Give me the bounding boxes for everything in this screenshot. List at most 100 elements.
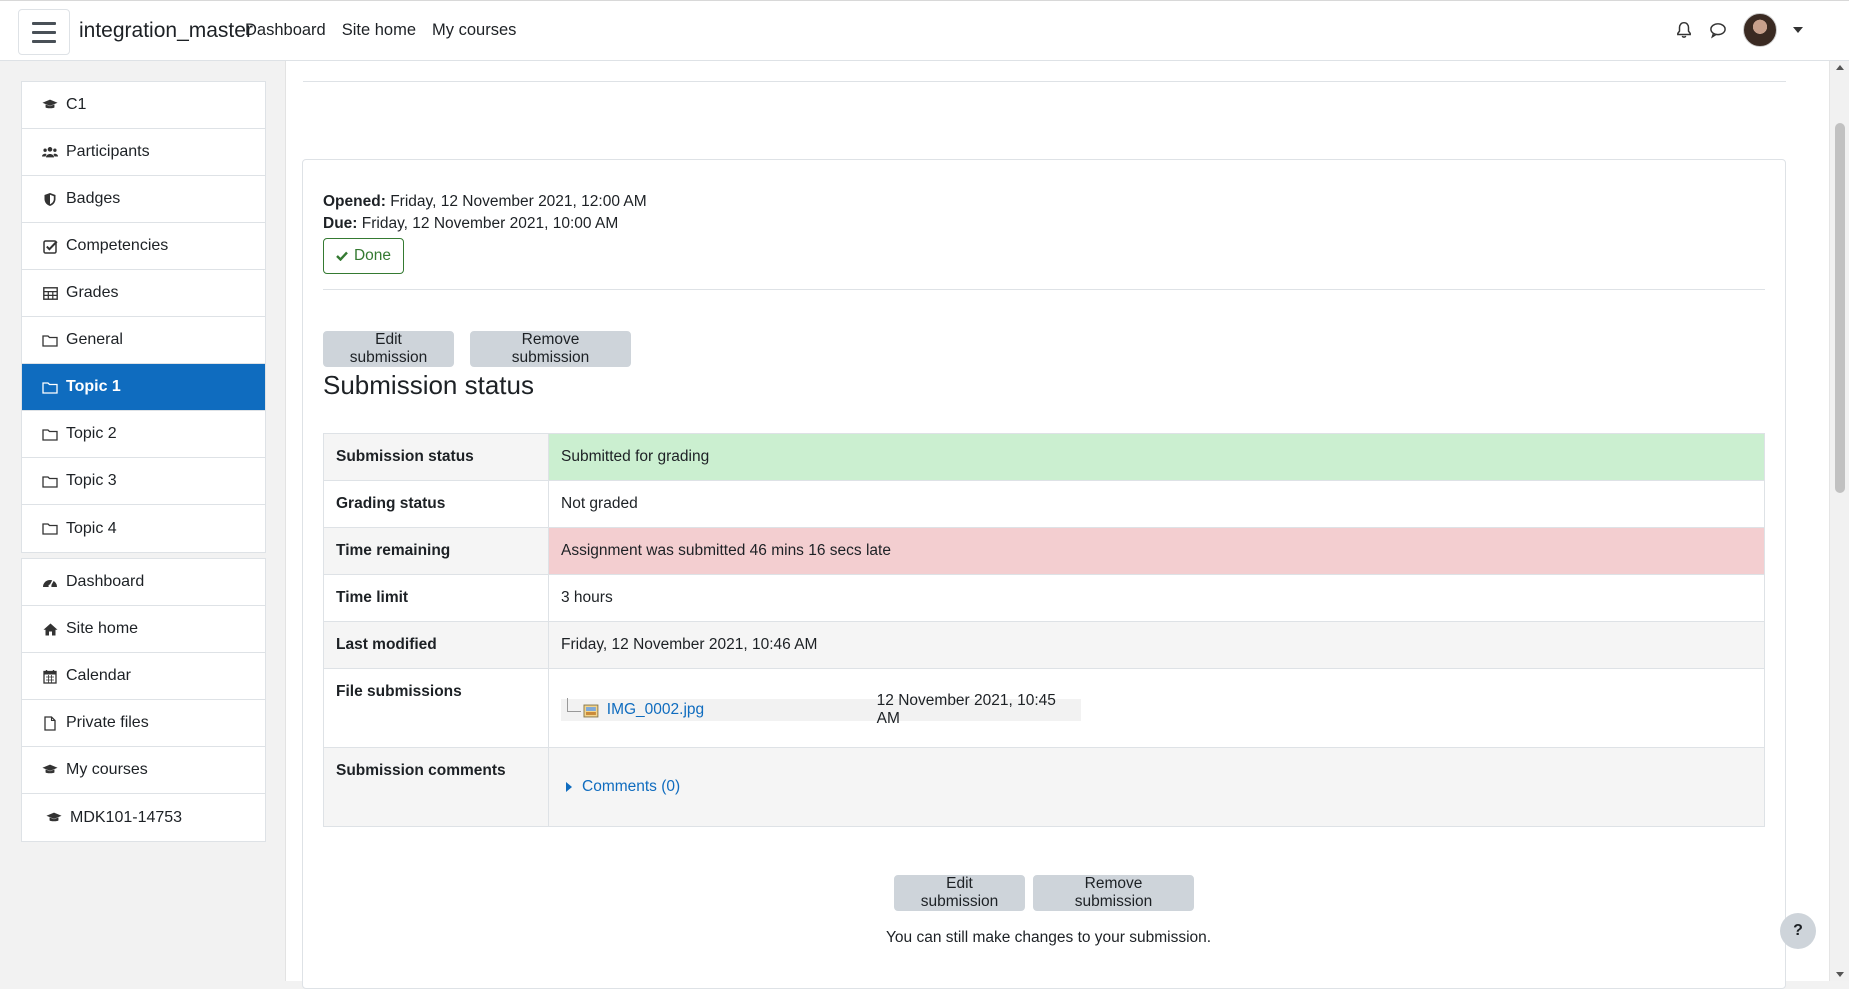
drawer-item-calendar[interactable]: Calendar: [22, 653, 265, 700]
drawer-item-label: Topic 4: [66, 519, 117, 537]
folder-icon: [42, 426, 58, 442]
drawer-item-site-home[interactable]: Site home: [22, 606, 265, 653]
bell-icon[interactable]: [1675, 21, 1693, 39]
drawer-item-label: Grades: [66, 284, 119, 301]
assignment-dates: Opened: Friday, 12 November 2021, 12:00 …: [323, 191, 647, 235]
folder-icon: [42, 521, 58, 537]
due-date: Due: Friday, 12 November 2021, 10:00 AM: [323, 215, 619, 232]
caret-right-icon: [566, 782, 572, 792]
check-icon: [336, 251, 348, 261]
row-label: Last modified: [323, 621, 549, 669]
row-label: File submissions: [323, 668, 549, 748]
time-limit-value: 3 hours: [548, 574, 1765, 622]
home-icon: [42, 621, 58, 637]
nav-link-my-courses[interactable]: My courses: [432, 21, 516, 40]
drawer-item-label: Calendar: [66, 667, 131, 684]
navbar-actions: [1675, 13, 1803, 47]
course-navigation: C1 Participants Badges Competencies Grad…: [21, 81, 266, 553]
submission-status-table: Submission status Submitted for grading …: [323, 433, 1765, 827]
chat-bubble-icon[interactable]: [1709, 21, 1727, 39]
table-row: Submission status Submitted for grading: [323, 433, 1765, 481]
drawer-item-topic-2[interactable]: Topic 2: [22, 411, 265, 458]
folder-icon: [42, 332, 58, 348]
page-scrollbar[interactable]: [1829, 61, 1849, 981]
drawer-item-private-files[interactable]: Private files: [22, 700, 265, 747]
check-square-icon: [42, 238, 58, 254]
calendar-icon: [42, 668, 58, 684]
drawer-item-label: General: [66, 331, 123, 348]
site-name[interactable]: integration_master: [79, 19, 253, 43]
last-modified-value: Friday, 12 November 2021, 10:46 AM: [548, 621, 1765, 669]
table-row: Time remaining Assignment was submitted …: [323, 527, 1765, 575]
comments-toggle[interactable]: Comments (0): [561, 778, 1752, 796]
drawer-item-label: My courses: [66, 761, 148, 778]
opened-date: Opened: Friday, 12 November 2021, 12:00 …: [323, 193, 647, 210]
drawer-item-topic-3[interactable]: Topic 3: [22, 458, 265, 505]
grading-status-value: Not graded: [548, 480, 1765, 528]
remove-submission-button[interactable]: Remove submission: [470, 331, 631, 367]
table-row: Last modified Friday, 12 November 2021, …: [323, 621, 1765, 669]
table-row: Grading status Not graded: [323, 480, 1765, 528]
drawer-item-c1[interactable]: C1: [22, 82, 265, 129]
drawer-item-course-mdk101[interactable]: MDK101-14753: [22, 794, 265, 841]
drawer-item-topic-4[interactable]: Topic 4: [22, 505, 265, 552]
chevron-down-icon[interactable]: [1793, 27, 1803, 33]
drawer-item-label: Competencies: [66, 237, 169, 254]
table-icon: [42, 285, 58, 301]
done-button[interactable]: Done: [323, 238, 404, 274]
table-row: Submission comments Comments (0): [323, 747, 1765, 827]
tachometer-icon: [42, 574, 58, 590]
drawer-item-label: Badges: [66, 190, 121, 207]
file-date: 12 November 2021, 10:45 AM: [876, 692, 1056, 727]
site-navigation: Dashboard Site home Calendar Private fil…: [21, 558, 266, 842]
edit-submission-button[interactable]: Edit submission: [323, 331, 454, 367]
file-icon: [42, 715, 58, 731]
drawer-item-competencies[interactable]: Competencies: [22, 223, 265, 270]
drawer-item-label: Site home: [66, 620, 139, 637]
user-avatar[interactable]: [1743, 13, 1777, 47]
drawer-item-participants[interactable]: Participants: [22, 129, 265, 176]
section-title: Submission status: [323, 370, 534, 400]
edit-submission-button-bottom[interactable]: Edit submission: [894, 875, 1025, 911]
drawer-item-label: MDK101-14753: [70, 808, 183, 826]
divider: [323, 289, 1765, 290]
drawer-item-label: Topic 3: [66, 472, 117, 489]
drawer-item-general[interactable]: General: [22, 317, 265, 364]
file-link[interactable]: IMG_0002.jpg: [607, 701, 877, 719]
scroll-up-icon[interactable]: [1836, 65, 1844, 70]
graduation-cap-icon: [42, 97, 58, 113]
shield-icon: [42, 191, 58, 207]
drawer-item-label: C1: [66, 96, 87, 113]
folder-icon: [42, 473, 58, 489]
scrollbar-thumb[interactable]: [1835, 123, 1845, 493]
tree-line-icon: [567, 698, 581, 712]
submission-status-value: Submitted for grading: [548, 433, 1765, 481]
menu-icon-bar: [32, 21, 56, 25]
file-entry: IMG_0002.jpg 12 November 2021, 10:45 AM: [561, 692, 1081, 727]
nav-link-site-home[interactable]: Site home: [342, 21, 416, 40]
table-row: Time limit 3 hours: [323, 574, 1765, 622]
image-file-icon: [583, 704, 599, 717]
nav-link-dashboard[interactable]: Dashboard: [245, 21, 326, 40]
drawer-item-label: Topic 2: [66, 425, 117, 442]
folder-icon: [42, 379, 58, 395]
scroll-down-icon[interactable]: [1836, 972, 1844, 977]
drawer-item-my-courses[interactable]: My courses: [22, 747, 265, 794]
primary-navigation: Dashboard Site home My courses: [245, 21, 516, 40]
graduation-cap-icon: [46, 810, 62, 826]
remove-submission-button-bottom[interactable]: Remove submission: [1033, 875, 1194, 911]
row-label: Grading status: [323, 480, 549, 528]
row-label: Time remaining: [323, 527, 549, 575]
drawer-item-badges[interactable]: Badges: [22, 176, 265, 223]
drawer-toggle-button[interactable]: [18, 9, 70, 55]
drawer-item-label: Dashboard: [66, 573, 145, 590]
row-label: Submission status: [323, 433, 549, 481]
navigation-drawer: C1 Participants Badges Competencies Grad…: [0, 61, 286, 981]
drawer-item-topic-1[interactable]: Topic 1: [22, 364, 265, 411]
help-button[interactable]: ?: [1780, 913, 1816, 949]
submission-comments-value: Comments (0): [548, 747, 1765, 827]
drawer-item-grades[interactable]: Grades: [22, 270, 265, 317]
submission-note: You can still make changes to your submi…: [886, 929, 1212, 946]
drawer-item-dashboard[interactable]: Dashboard: [22, 559, 265, 606]
divider: [303, 81, 1786, 82]
